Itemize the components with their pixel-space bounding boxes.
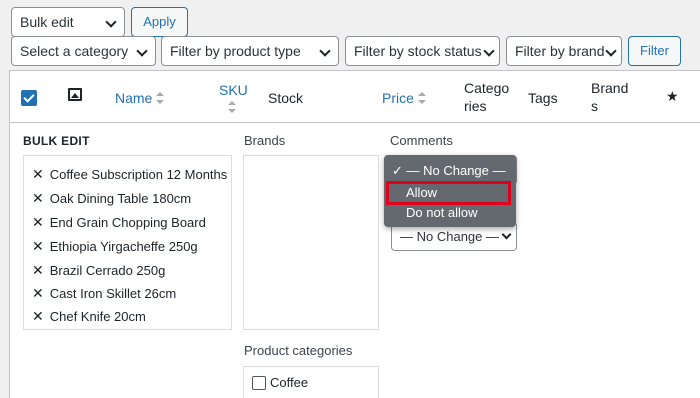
list-item: ✕ Cast Iron Skillet 26cm (32, 285, 176, 302)
product-name: Brazil Cerrado 250g (49, 263, 166, 278)
option-do-not-allow[interactable]: Do not allow (384, 203, 516, 223)
product-categories-label: Product categories (244, 343, 353, 358)
column-stock: Stock (268, 90, 304, 106)
column-brands-line1: Brand (591, 80, 629, 96)
brand-filter-select[interactable]: Filter by brand (506, 36, 622, 66)
image-column-icon (68, 88, 82, 101)
column-categories-line1: Catego (464, 80, 510, 96)
chevron-down-icon (136, 45, 148, 57)
product-name: Coffee Subscription 12 Months (49, 167, 228, 182)
category-checkbox[interactable] (252, 376, 266, 390)
column-name-label: Name (115, 90, 153, 106)
column-tags: Tags (528, 90, 558, 106)
remove-icon[interactable]: ✕ (32, 190, 44, 206)
brands-checklist[interactable] (243, 155, 379, 330)
column-sku[interactable]: SKU (219, 81, 248, 99)
bulk-edit-product-list: ✕ Coffee Subscription 12 Months ✕ Oak Dini… (23, 155, 232, 330)
column-name[interactable]: Name (115, 89, 165, 107)
category-label: Coffee (270, 375, 309, 390)
pings-select-value: — No Change — (400, 229, 499, 244)
column-brands-line2: s (591, 98, 598, 114)
remove-icon[interactable]: ✕ (32, 308, 44, 324)
remove-icon[interactable]: ✕ (32, 166, 44, 182)
product-name: Ethiopia Yirgacheffe 250g (49, 239, 198, 254)
list-item: ✕ Ethiopia Yirgacheffe 250g (32, 238, 198, 255)
column-price-label: Price (382, 90, 414, 106)
column-sku-label: SKU (219, 82, 248, 98)
category-filter-value: Select a category (20, 43, 129, 59)
bulk-action-value: Bulk edit (20, 14, 74, 30)
product-type-filter-value: Filter by product type (170, 43, 301, 59)
stock-status-filter-select[interactable]: Filter by stock status (345, 36, 500, 66)
list-item: ✕ Brazil Cerrado 250g (32, 262, 165, 279)
list-item: ✕ End Grain Chopping Board (32, 214, 206, 231)
comments-label: Comments (390, 133, 453, 148)
brands-label: Brands (244, 133, 286, 148)
list-item: ✕ Coffee Subscription 12 Months (32, 166, 227, 183)
bulk-action-select[interactable]: Bulk edit (11, 7, 125, 37)
stock-status-filter-value: Filter by stock status (354, 43, 482, 59)
apply-button[interactable]: Apply (131, 7, 188, 37)
chevron-down-icon (501, 229, 512, 240)
category-filter-select[interactable]: Select a category (11, 36, 156, 66)
product-categories-checklist: Coffee (243, 366, 379, 398)
list-item: ✕ Chef Knife 20cm (32, 308, 146, 325)
product-name: Chef Knife 20cm (49, 309, 146, 324)
chevron-down-icon (605, 45, 617, 57)
sort-icon (156, 92, 165, 104)
chevron-down-icon (105, 16, 117, 28)
sort-icon (228, 101, 236, 113)
filter-button[interactable]: Filter (628, 36, 681, 66)
column-categories: Catego ries (464, 79, 509, 115)
sort-icon (417, 92, 426, 104)
remove-icon[interactable]: ✕ (32, 262, 44, 278)
product-type-filter-select[interactable]: Filter by product type (161, 36, 339, 66)
bulk-edit-heading: BULK EDIT (23, 134, 90, 148)
table-header: Name SKU Stock Price Catego ries Tags Br… (10, 71, 700, 123)
column-price[interactable]: Price (382, 89, 426, 107)
column-brands: Brand s (591, 79, 628, 115)
option-allow[interactable]: Allow (384, 183, 516, 203)
chevron-down-icon (319, 45, 331, 57)
select-all-checkbox[interactable] (21, 90, 37, 106)
product-name: Oak Dining Table 180cm (49, 191, 192, 206)
list-item: ✕ Oak Dining Table 180cm (32, 190, 191, 207)
product-name: End Grain Chopping Board (49, 215, 206, 230)
remove-icon[interactable]: ✕ (32, 214, 44, 230)
option-no-change[interactable]: ✓ — No Change — (384, 161, 516, 181)
remove-icon[interactable]: ✕ (32, 238, 44, 254)
comments-dropdown-menu: ✓ — No Change — Allow Do not allow (384, 155, 516, 227)
column-categories-line2: ries (464, 98, 487, 114)
featured-star-icon: ★ (666, 89, 679, 105)
remove-icon[interactable]: ✕ (32, 285, 44, 301)
brand-filter-value: Filter by brand (515, 43, 605, 59)
product-name: Cast Iron Skillet 26cm (49, 286, 177, 301)
chevron-down-icon (483, 45, 495, 57)
